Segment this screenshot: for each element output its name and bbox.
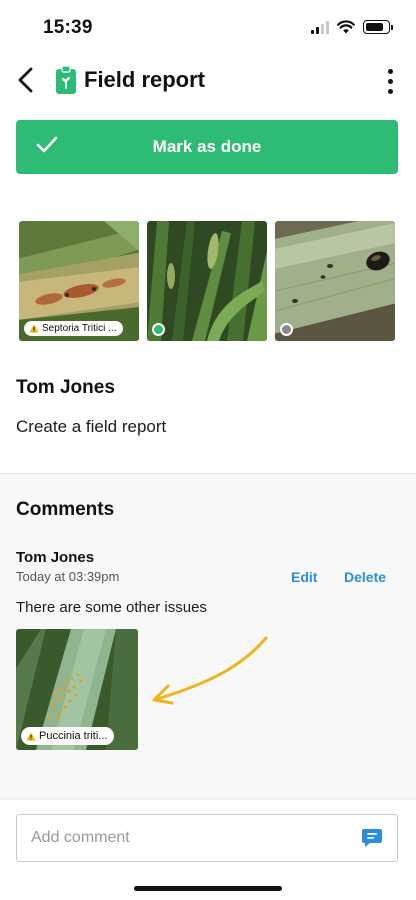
comment-text: There are some other issues	[16, 599, 207, 616]
battery-icon	[363, 20, 393, 34]
report-photos: Septoria Tritici ...	[19, 221, 395, 341]
photo-tag: Puccinia triti...	[21, 727, 115, 745]
chat-send-icon[interactable]	[361, 827, 383, 849]
leaf-beetle-image	[275, 221, 395, 341]
comment-author: Tom Jones	[16, 549, 95, 566]
comment-input-bar	[0, 800, 416, 900]
status-time: 15:39	[43, 17, 93, 38]
comment-input-box[interactable]	[16, 814, 398, 862]
more-options-button[interactable]	[378, 66, 402, 96]
photo-tag-label: Septoria Tritici ...	[42, 323, 117, 334]
edit-comment-button[interactable]: Edit	[291, 569, 317, 585]
app-header: Field report	[0, 60, 416, 100]
clipboard-plant-icon	[56, 66, 76, 94]
wheat-field-image	[147, 221, 267, 341]
photo-thumbnail[interactable]	[147, 221, 267, 341]
comment-input[interactable]	[31, 815, 351, 861]
photo-tag-label: Puccinia triti...	[39, 730, 108, 742]
comment-timestamp: Today at 03:39pm	[16, 569, 120, 584]
chevron-left-icon	[18, 67, 33, 93]
photo-thumbnail[interactable]: Septoria Tritici ...	[19, 221, 139, 341]
comments-heading: Comments	[16, 499, 115, 520]
status-icons	[311, 20, 393, 34]
check-icon	[36, 136, 58, 153]
status-bar: 15:39	[0, 0, 416, 56]
warning-icon	[29, 324, 39, 333]
more-vertical-icon-dot	[387, 88, 393, 94]
photo-tag: Septoria Tritici ...	[24, 321, 124, 336]
more-vertical-icon-dot	[387, 78, 393, 84]
more-vertical-icon-dot	[387, 68, 393, 74]
delete-comment-button[interactable]: Delete	[344, 569, 386, 585]
cellular-signal-icon	[311, 20, 329, 34]
report-description: Create a field report	[16, 417, 167, 436]
warning-icon	[26, 732, 36, 740]
page-title: Field report	[84, 67, 206, 92]
wifi-icon	[337, 20, 355, 34]
report-author: Tom Jones	[16, 377, 115, 398]
status-dot-pending	[280, 323, 293, 336]
comments-section: Comments Tom Jones Today at 03:39pm Edit…	[0, 473, 416, 800]
photo-thumbnail[interactable]	[275, 221, 395, 341]
annotation-arrow-icon	[152, 636, 268, 705]
back-button[interactable]	[8, 62, 42, 98]
mark-as-done-label: Mark as done	[152, 137, 262, 156]
header-title-group: Field report	[56, 66, 205, 94]
home-indicator	[134, 886, 282, 891]
comment-photo-thumbnail[interactable]: Puccinia triti...	[16, 629, 138, 750]
status-dot-complete	[152, 323, 165, 336]
mark-as-done-button[interactable]: Mark as done	[16, 120, 398, 174]
